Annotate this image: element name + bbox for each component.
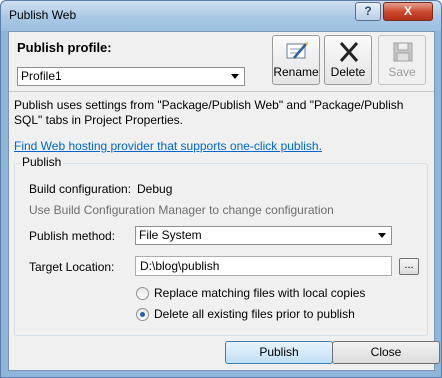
build-config-label: Build configuration: xyxy=(29,182,132,196)
chevron-down-icon xyxy=(231,74,239,79)
hosting-provider-link[interactable]: Find Web hosting provider that supports … xyxy=(14,139,322,153)
profile-label: Publish profile: xyxy=(17,40,112,55)
build-config-value: Debug xyxy=(137,182,173,196)
publish-method-select[interactable]: File System xyxy=(135,226,392,245)
publish-method-value: File System xyxy=(139,228,202,242)
publish-button[interactable]: Publish xyxy=(225,341,333,364)
rename-icon xyxy=(286,42,308,59)
delete-label: Delete xyxy=(330,65,366,79)
save-button[interactable]: Save xyxy=(378,35,426,85)
description-text: Publish uses settings from "Package/Publ… xyxy=(14,98,404,127)
publish-group-title: Publish xyxy=(20,155,64,169)
rename-button[interactable]: Rename xyxy=(272,35,320,85)
delete-button[interactable]: Delete xyxy=(324,35,372,85)
replace-files-radio[interactable] xyxy=(136,287,149,300)
delete-files-label[interactable]: Delete all existing files prior to publi… xyxy=(154,307,355,321)
build-config-hint: Use Build Configuration Manager to chang… xyxy=(29,203,334,217)
profile-select[interactable]: Profile1 xyxy=(17,67,245,86)
profile-select-value: Profile1 xyxy=(21,69,62,83)
delete-files-radio[interactable] xyxy=(136,308,149,321)
window-close-button[interactable]: X xyxy=(383,2,433,21)
help-button[interactable]: ? xyxy=(355,2,381,21)
browse-button[interactable]: ... xyxy=(399,258,419,275)
rename-label: Rename xyxy=(273,65,319,79)
target-location-label: Target Location: xyxy=(29,260,115,274)
replace-files-label[interactable]: Replace matching files with local copies xyxy=(154,286,365,300)
close-button[interactable]: Close xyxy=(332,341,440,364)
window-title: Publish Web xyxy=(9,8,77,22)
publish-web-window: Publish Web ? X Publish profile: Profile… xyxy=(0,0,442,378)
save-label: Save xyxy=(388,65,416,79)
delete-icon xyxy=(339,42,359,62)
title-bar: Publish Web ? X xyxy=(1,1,441,31)
profile-area: Publish profile: Profile1 Rename Delete … xyxy=(9,32,434,92)
publish-method-label: Publish method: xyxy=(29,229,116,243)
target-location-input[interactable]: D:\blog\publish xyxy=(135,256,392,276)
chevron-down-icon xyxy=(378,233,386,238)
dialog-body: Publish profile: Profile1 Rename Delete … xyxy=(8,31,440,371)
save-icon xyxy=(393,42,413,62)
